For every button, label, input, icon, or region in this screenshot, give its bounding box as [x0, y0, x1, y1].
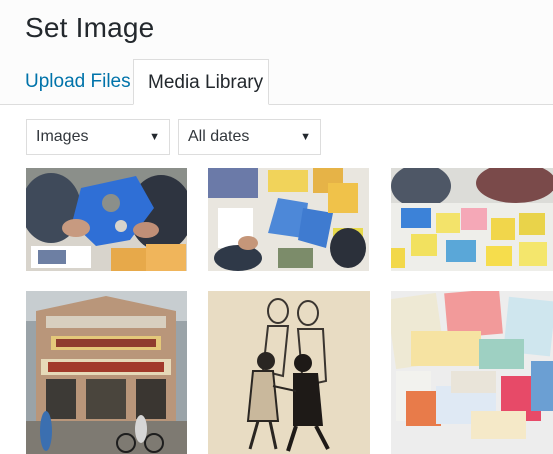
chevron-down-icon: ▼	[300, 131, 311, 143]
media-item-thumbnail[interactable]	[26, 291, 187, 454]
media-type-filter[interactable]: Images ▼	[26, 119, 170, 155]
tab-upload-files[interactable]: Upload Files	[25, 59, 131, 104]
date-filter-value: All dates	[188, 128, 250, 145]
date-filter[interactable]: All dates ▼	[178, 119, 321, 155]
tab-media-library[interactable]: Media Library	[133, 59, 269, 105]
media-item-thumbnail[interactable]	[208, 168, 369, 271]
photo-workshop-paper-crafts-icon	[208, 168, 369, 271]
photo-workshop-sticky-notes-icon	[391, 168, 553, 271]
modal-title: Set Image	[25, 12, 155, 43]
media-item-thumbnail[interactable]	[26, 168, 187, 271]
media-type-filter-value: Images	[36, 128, 89, 145]
media-grid	[0, 168, 553, 454]
modal-header: Set Image Upload Files Media Library	[0, 0, 553, 105]
media-item-thumbnail[interactable]	[208, 291, 370, 454]
chevron-down-icon: ▼	[149, 131, 160, 143]
photo-concert-ticket-collage-icon	[391, 291, 553, 454]
photo-workshop-blue-cutout-icon	[26, 168, 187, 271]
media-item-thumbnail[interactable]	[391, 291, 553, 454]
photo-dancing-couple-illustration-icon	[208, 291, 370, 454]
media-item-thumbnail[interactable]	[391, 168, 553, 271]
photo-restaurant-bakery-storefront-icon	[26, 291, 187, 454]
media-filters: Images ▼ All dates ▼	[0, 119, 553, 157]
